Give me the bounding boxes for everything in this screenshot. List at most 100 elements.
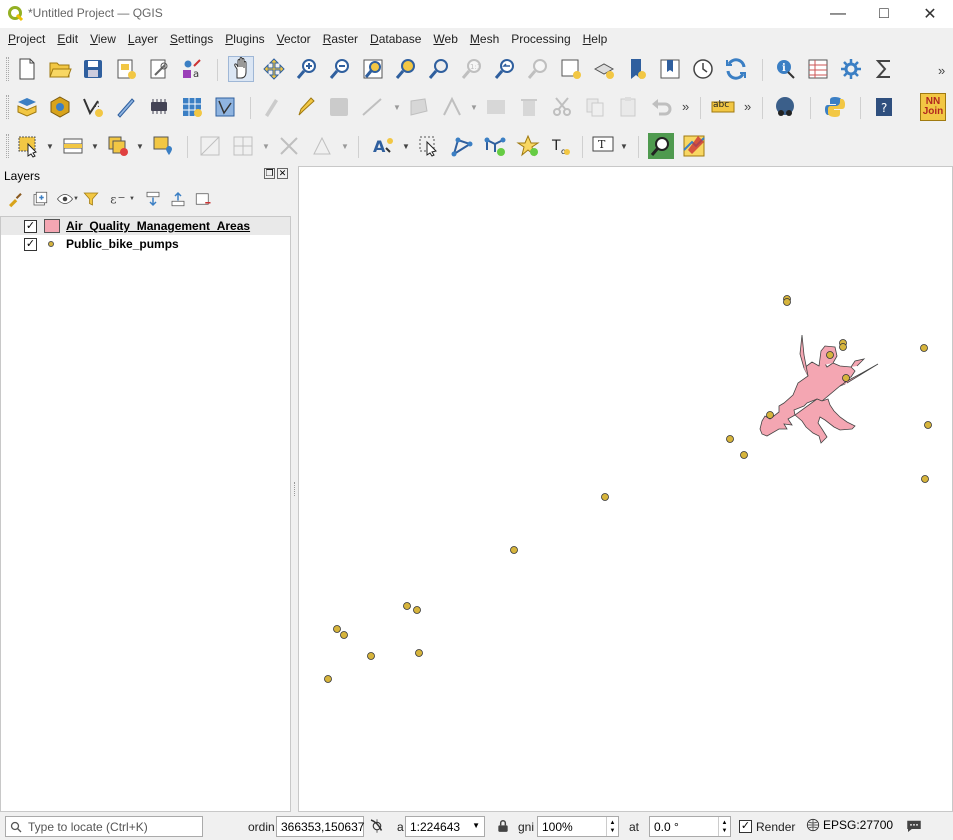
toolbar-overflow-chevron[interactable]: » [682, 99, 689, 114]
zoom-to-selection-icon[interactable] [393, 56, 419, 82]
layer-visibility-checkbox[interactable]: ✓ [24, 238, 37, 251]
chevron-down-icon[interactable]: ▼ [472, 821, 480, 830]
menu-settings[interactable]: Settings [166, 32, 217, 46]
copy-features-icon[interactable] [582, 94, 608, 120]
zoom-full-icon[interactable] [360, 56, 386, 82]
toolbar-overflow-chevron[interactable]: » [744, 99, 751, 114]
new-map-view-icon[interactable] [558, 56, 584, 82]
chevron-down-icon[interactable]: ▼ [91, 142, 99, 151]
style-manager-icon[interactable]: a [179, 56, 205, 82]
maximize-button[interactable]: □ [861, 0, 907, 28]
chevron-down-icon[interactable]: ▼ [262, 142, 270, 151]
toggle-extents-icon[interactable] [365, 814, 389, 838]
new-shapefile-layer-icon[interactable]: .: [80, 94, 106, 120]
new-spatial-bookmark-icon[interactable] [624, 56, 650, 82]
undo-icon[interactable] [648, 94, 674, 120]
spin-arrows[interactable]: ▲ ▼ [606, 817, 618, 836]
show-bookmarks-icon[interactable] [657, 56, 683, 82]
menu-mesh[interactable]: Mesh [466, 32, 503, 46]
chevron-down-icon[interactable]: ▼ [470, 103, 478, 112]
menu-raster[interactable]: Raster [319, 32, 362, 46]
refresh-icon[interactable] [723, 56, 749, 82]
zoom-native-icon[interactable]: 1:1 [459, 56, 485, 82]
coordinate-field[interactable]: 366353,150637 [276, 816, 364, 837]
close-button[interactable]: ✕ [907, 0, 953, 28]
qgis-cloud-icon[interactable] [772, 94, 798, 120]
locator-search-input[interactable]: Type to locate (Ctrl+K) [5, 816, 203, 837]
close-panel-icon[interactable]: ✕ [277, 168, 288, 179]
help-contents-icon[interactable]: ? [871, 94, 897, 120]
menu-vector[interactable]: Vector [273, 32, 315, 46]
toolbar-grip[interactable] [6, 95, 9, 119]
menu-project[interactable]: Project [4, 32, 49, 46]
add-polygon-feature-icon[interactable] [406, 94, 432, 120]
map-canvas[interactable] [298, 166, 953, 812]
new-virtual-layer-icon[interactable] [146, 94, 172, 120]
save-layer-edits-icon[interactable] [326, 94, 352, 120]
menu-plugins[interactable]: Plugins [221, 32, 268, 46]
chevron-down-icon[interactable]: ▼ [620, 142, 628, 151]
layer-visibility-checkbox[interactable]: ✓ [24, 220, 37, 233]
new-geopackage-layer-icon[interactable] [47, 94, 73, 120]
zoom-to-layer-icon[interactable] [426, 56, 452, 82]
delete-selected-icon[interactable] [516, 94, 542, 120]
float-panel-icon[interactable]: ❐ [264, 168, 275, 179]
add-raster-layer-icon[interactable] [179, 94, 205, 120]
layer-labeling-options-icon[interactable]: A [371, 133, 397, 159]
chevron-down-icon[interactable]: ▼ [393, 103, 401, 112]
menu-layer[interactable]: Layer [124, 32, 162, 46]
chevron-down-icon[interactable]: ▼ [136, 142, 144, 151]
change-label-icon[interactable]: To [548, 133, 574, 159]
advanced-digitizing-icon[interactable] [197, 133, 223, 159]
temporal-controller-icon[interactable] [690, 56, 716, 82]
statistical-summary-icon[interactable] [871, 56, 897, 82]
snapping-icon[interactable] [230, 133, 256, 159]
zoom-out-icon[interactable] [327, 56, 353, 82]
magnifier-spinbox[interactable]: 100% ▲ ▼ [537, 816, 619, 837]
chevron-down-icon[interactable]: ▼ [73, 196, 79, 202]
cut-features-icon[interactable] [549, 94, 575, 120]
messages-icon[interactable] [902, 814, 926, 838]
zoom-in-icon[interactable] [294, 56, 320, 82]
label-toolbar-icon[interactable]: abc [710, 94, 736, 120]
move-label-icon[interactable] [515, 133, 541, 159]
toolbar-grip[interactable] [6, 57, 9, 81]
new-3d-map-view-icon[interactable] [591, 56, 617, 82]
add-vector-tile-layer-icon[interactable] [212, 94, 238, 120]
shape-digitizing-icon[interactable] [276, 133, 302, 159]
expand-all-icon[interactable] [142, 188, 164, 210]
select-by-value-icon[interactable] [60, 133, 86, 159]
menu-web[interactable]: Web [429, 32, 461, 46]
layout-manager-icon[interactable] [146, 56, 172, 82]
processing-toolbox-icon[interactable] [838, 56, 864, 82]
open-attribute-table-icon[interactable] [805, 56, 831, 82]
chevron-down-icon[interactable]: ▼ [341, 142, 349, 151]
layer-row-air-quality[interactable]: ✓ Air_Quality_Management_Areas [1, 217, 290, 235]
menu-view[interactable]: View [86, 32, 120, 46]
open-project-icon[interactable] [47, 56, 73, 82]
toolbar-grip[interactable] [6, 134, 9, 158]
render-checkbox[interactable]: ✓ [739, 820, 752, 833]
spin-arrows[interactable]: ▲ ▼ [718, 817, 730, 836]
filter-legend-icon[interactable] [80, 188, 102, 210]
new-project-icon[interactable] [14, 56, 40, 82]
nn-join-plugin-button[interactable]: NN Join [920, 93, 946, 121]
save-project-icon[interactable] [80, 56, 106, 82]
layer-row-bike-pumps[interactable]: ✓ Public_bike_pumps [1, 235, 290, 253]
reshape-icon[interactable] [309, 133, 335, 159]
deselect-features-icon[interactable] [105, 133, 131, 159]
collapse-all-icon[interactable] [167, 188, 189, 210]
modify-attributes-icon[interactable] [483, 94, 509, 120]
pan-to-selection-icon[interactable] [261, 56, 287, 82]
new-print-layout-icon[interactable] [113, 56, 139, 82]
locator-search-icon[interactable] [648, 133, 674, 159]
vertex-tool-icon[interactable] [439, 94, 465, 120]
georeferencer-icon[interactable] [681, 133, 707, 159]
rotation-spinbox[interactable]: 0.0 ° ▲ ▼ [649, 816, 731, 837]
lock-scale-icon[interactable] [493, 815, 513, 837]
menu-help[interactable]: Help [579, 32, 612, 46]
pan-map-icon[interactable] [228, 56, 254, 82]
highlight-pinned-labels-icon[interactable] [416, 133, 442, 159]
chevron-down-icon[interactable]: ▼ [46, 142, 54, 151]
menu-edit[interactable]: Edit [53, 32, 82, 46]
